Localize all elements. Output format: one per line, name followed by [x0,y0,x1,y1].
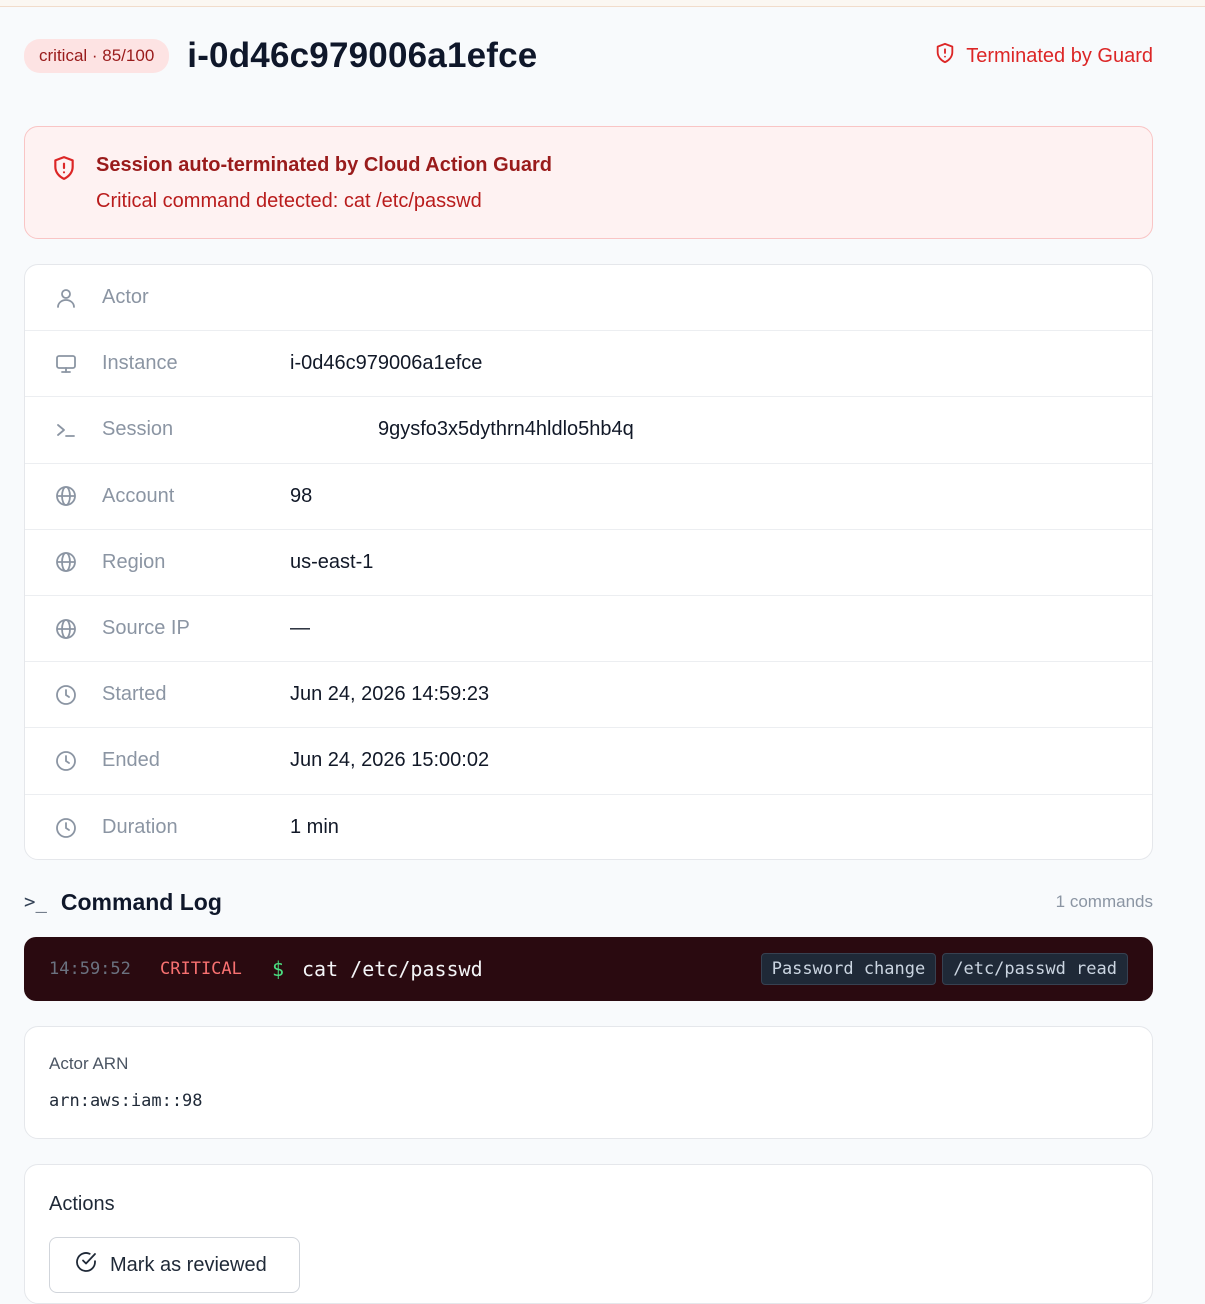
clock-icon [54,683,78,707]
detail-label: Account [102,484,175,507]
command-text: cat /etc/passwd [302,957,483,981]
actor-arn-card: Actor ARN arn:aws:iam::98 [24,1026,1153,1139]
termination-alert: Session auto-terminated by Cloud Action … [24,126,1153,239]
terminal-icon: >_ [24,891,47,913]
detail-label: Source IP [102,617,190,640]
detail-value: 98 [290,484,313,507]
detail-value: Jun 24, 2026 15:00:02 [290,749,490,772]
clock-icon [54,749,78,773]
command-timestamp: 14:59:52 [49,959,131,979]
actions-card: Actions Mark as reviewed [24,1164,1153,1304]
alert-title: Session auto-terminated by Cloud Action … [96,154,552,176]
detail-row-actor: Actor [25,265,1152,332]
check-circle-icon [74,1250,98,1280]
detail-value: us-east-1 [290,550,374,573]
clock-icon [54,816,78,840]
rule-tag: Password change [760,953,937,985]
detail-label: Started [102,683,167,706]
globe-icon [54,550,78,574]
shell-prompt: $ [272,957,285,981]
command-log-entry[interactable]: 14:59:52 CRITICAL $ cat /etc/passwd Pass… [24,937,1153,1001]
actor-arn-label: Actor ARN [49,1054,129,1073]
terminated-status-label: Terminated by Guard [966,44,1153,67]
command-log-title: Command Log [60,888,222,915]
page-header: critical · 85/100 i-0d46c979006a1efce Te… [24,32,1153,80]
detail-value: 9gysfo3x5dythrn4hldlo5hb4q [378,418,634,441]
detail-value: i-0d46c979006a1efce [290,352,483,375]
session-details-card: Actor Instance i-0d46c979006a1efce Sessi… [24,264,1153,860]
detail-value: 1 min [290,816,339,839]
mark-reviewed-label: Mark as reviewed [110,1253,267,1276]
detail-label: Ended [102,749,160,772]
detail-label: Actor [102,286,149,309]
actor-arn-value: arn:aws:iam::98 [49,1091,203,1111]
globe-icon [54,617,78,641]
detail-row-source-ip: Source IP — [25,596,1152,663]
terminated-status: Terminated by Guard [934,42,1153,70]
detail-row-account: Account 98 [25,464,1152,530]
shield-alert-icon [51,155,77,181]
severity-badge: critical · 85/100 [24,39,170,73]
detail-row-duration: Duration 1 min [25,795,1152,860]
terminal-icon [54,418,78,442]
detail-label: Instance [102,352,178,375]
alert-message: Critical command detected: cat /etc/pass… [96,190,482,212]
shield-alert-icon [934,42,956,70]
detail-row-session: Session 9gysfo3x5dythrn4hldlo5hb4q [25,397,1152,464]
detail-label: Session [102,418,174,441]
page-title: i-0d46c979006a1efce [187,36,538,75]
actions-title: Actions [49,1193,115,1215]
user-icon [54,286,78,310]
detail-row-instance: Instance i-0d46c979006a1efce [25,331,1152,398]
rule-tag: /etc/passwd read [942,953,1128,985]
monitor-icon [54,352,78,376]
command-log-header: >_ Command Log 1 commands [24,884,1153,920]
top-rule [0,0,1205,7]
command-severity: CRITICAL [160,959,242,979]
mark-reviewed-button[interactable]: Mark as reviewed [49,1237,300,1293]
detail-label: Region [102,550,166,573]
command-count: 1 commands [1055,892,1153,911]
detail-row-ended: Ended Jun 24, 2026 15:00:02 [25,728,1152,795]
detail-row-started: Started Jun 24, 2026 14:59:23 [25,662,1152,729]
detail-label: Duration [102,816,178,839]
globe-icon [54,484,78,508]
detail-row-region: Region us-east-1 [25,530,1152,596]
command-tags: Password change /etc/passwd read [760,953,1128,985]
detail-value: — [290,617,310,640]
detail-value: Jun 24, 2026 14:59:23 [290,683,490,706]
